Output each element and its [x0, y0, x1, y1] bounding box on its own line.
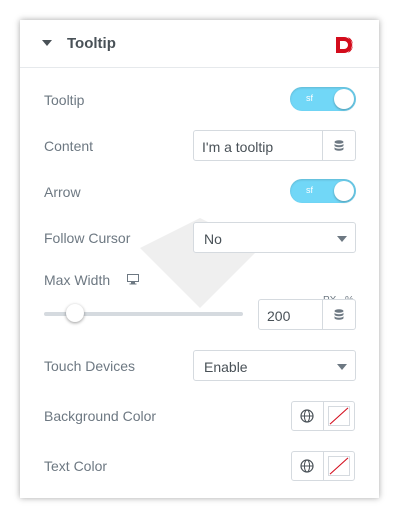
dynamic-tags-button[interactable]: [322, 131, 355, 160]
toggle-knob: [334, 89, 354, 109]
section-header[interactable]: Tooltip: [20, 20, 379, 68]
color-swatch-empty[interactable]: [328, 456, 350, 476]
desktop-icon[interactable]: [127, 274, 139, 285]
caret-down-icon[interactable]: [42, 40, 52, 46]
text-color-control[interactable]: [291, 451, 355, 481]
content-input[interactable]: I'm a tooltip: [193, 130, 356, 161]
max-width-value: 200: [267, 308, 291, 324]
toggle-on-text: sf: [306, 93, 314, 103]
follow-cursor-select[interactable]: No: [193, 222, 356, 253]
content-value: I'm a tooltip: [202, 139, 274, 155]
database-icon: [334, 309, 344, 320]
follow-cursor-label: Follow Cursor: [44, 230, 131, 246]
globe-icon[interactable]: [300, 459, 314, 473]
watermark-logo: [140, 218, 260, 308]
touch-devices-select[interactable]: Enable: [193, 350, 356, 381]
tooltip-label: Tooltip: [44, 92, 85, 108]
arrow-toggle[interactable]: sf: [290, 179, 356, 203]
divider: [323, 402, 324, 430]
tooltip-settings-panel: Tooltip Tooltip sf Content I'm a tooltip…: [20, 20, 379, 498]
toggle-knob: [334, 181, 354, 201]
toggle-on-text: sf: [306, 185, 314, 195]
dynamic-tags-button[interactable]: [322, 300, 355, 329]
globe-icon[interactable]: [300, 409, 314, 423]
arrow-label: Arrow: [44, 184, 81, 200]
max-width-label: Max Width: [44, 272, 111, 288]
divider: [323, 452, 324, 480]
follow-cursor-value: No: [204, 231, 222, 247]
background-color-label: Background Color: [44, 408, 157, 424]
brand-logo-icon: [336, 37, 353, 53]
touch-devices-label: Touch Devices: [44, 358, 136, 374]
touch-devices-value: Enable: [204, 359, 248, 375]
content-label: Content: [44, 138, 94, 154]
chevron-down-icon: [337, 236, 347, 242]
tooltip-toggle[interactable]: sf: [290, 87, 356, 111]
background-color-control[interactable]: [291, 401, 355, 431]
text-color-label: Text Color: [44, 458, 108, 474]
max-width-input[interactable]: 200: [258, 299, 356, 330]
chevron-down-icon: [337, 364, 347, 370]
max-width-slider-handle[interactable]: [66, 304, 84, 322]
section-title: Tooltip: [67, 35, 116, 52]
color-swatch-empty[interactable]: [328, 406, 350, 426]
database-icon: [334, 140, 344, 151]
